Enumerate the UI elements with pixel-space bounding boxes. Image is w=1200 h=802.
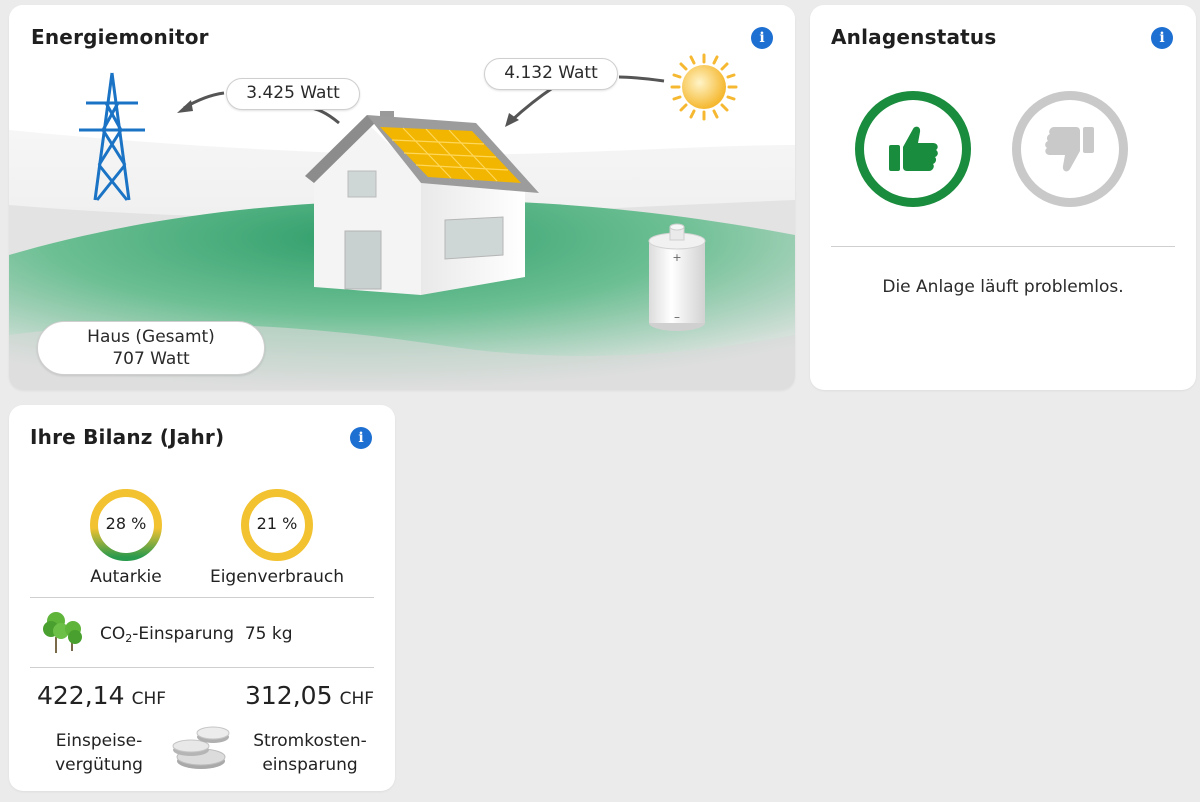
einspeise-amount: 422,14 CHF (37, 681, 166, 710)
thumbs-down-button[interactable] (1012, 91, 1128, 207)
autarkie-value: 28 % (105, 514, 147, 533)
info-icon[interactable]: i (751, 27, 773, 49)
plant-status-card: Anlagenstatus i Die Anlage läuft problem… (810, 5, 1196, 390)
einspeise-label-line1: Einspeise- (55, 731, 143, 751)
thumbs-up-icon (889, 126, 938, 171)
thumbs-up-button[interactable] (855, 91, 971, 207)
info-icon[interactable]: i (1151, 27, 1173, 49)
stromkosten-label: Stromkosten- einsparung (237, 729, 383, 777)
stromkosten-value: 312,05 (245, 681, 333, 710)
balance-divider (30, 667, 374, 668)
einspeise-label: Einspeise- vergütung (39, 729, 159, 777)
info-icon[interactable]: i (350, 427, 372, 449)
trees-icon (43, 612, 82, 653)
einspeise-currency: CHF (131, 689, 167, 709)
house-consumption-pill: Haus (Gesamt) 707 Watt (37, 321, 265, 375)
eigenverbrauch-label: Eigenverbrauch (209, 567, 345, 587)
balance-card: Ihre Bilanz (Jahr) i 28 % Autarkie 21 % … (9, 405, 395, 791)
status-divider (831, 246, 1175, 247)
house-label: Haus (Gesamt) (87, 327, 215, 347)
energy-monitor-card: + – Energiemonitor i 3.425 Watt 4.132 Wa… (9, 5, 795, 390)
coins-icon (172, 726, 230, 769)
eigenverbrauch-value: 21 % (256, 514, 298, 533)
co2-suffix: -Einsparung (132, 624, 235, 644)
co2-savings: CO2-Einsparung 75 kg (100, 624, 293, 645)
solar-production-pill: 4.132 Watt (484, 58, 618, 90)
house-consumption-value: 707 Watt (112, 349, 190, 369)
grid-feed-value: 3.425 Watt (246, 83, 340, 103)
einspeise-label-line2: vergütung (55, 755, 143, 775)
thumbs-down-icon (1045, 127, 1094, 172)
balance-divider (30, 597, 374, 598)
autarkie-label: Autarkie (90, 567, 162, 587)
plant-status-title: Anlagenstatus (831, 25, 997, 49)
balance-title: Ihre Bilanz (Jahr) (30, 425, 225, 449)
co2-prefix: CO (100, 624, 126, 644)
co2-amount: 75 kg (244, 624, 293, 644)
status-message: Die Anlage läuft problemlos. (882, 277, 1124, 297)
stromkosten-label-line1: Stromkosten- (253, 731, 367, 751)
battery-icon: + – (648, 223, 706, 331)
svg-text:–: – (674, 310, 680, 324)
stromkosten-amount: 312,05 CHF (245, 681, 374, 710)
stromkosten-currency: CHF (339, 689, 375, 709)
einspeise-value: 422,14 (37, 681, 125, 710)
energy-monitor-title: Energiemonitor (31, 25, 209, 49)
stromkosten-label-line2: einsparung (262, 755, 358, 775)
svg-text:+: + (672, 251, 681, 264)
solar-production-value: 4.132 Watt (504, 63, 598, 83)
grid-feed-pill: 3.425 Watt (226, 78, 360, 110)
